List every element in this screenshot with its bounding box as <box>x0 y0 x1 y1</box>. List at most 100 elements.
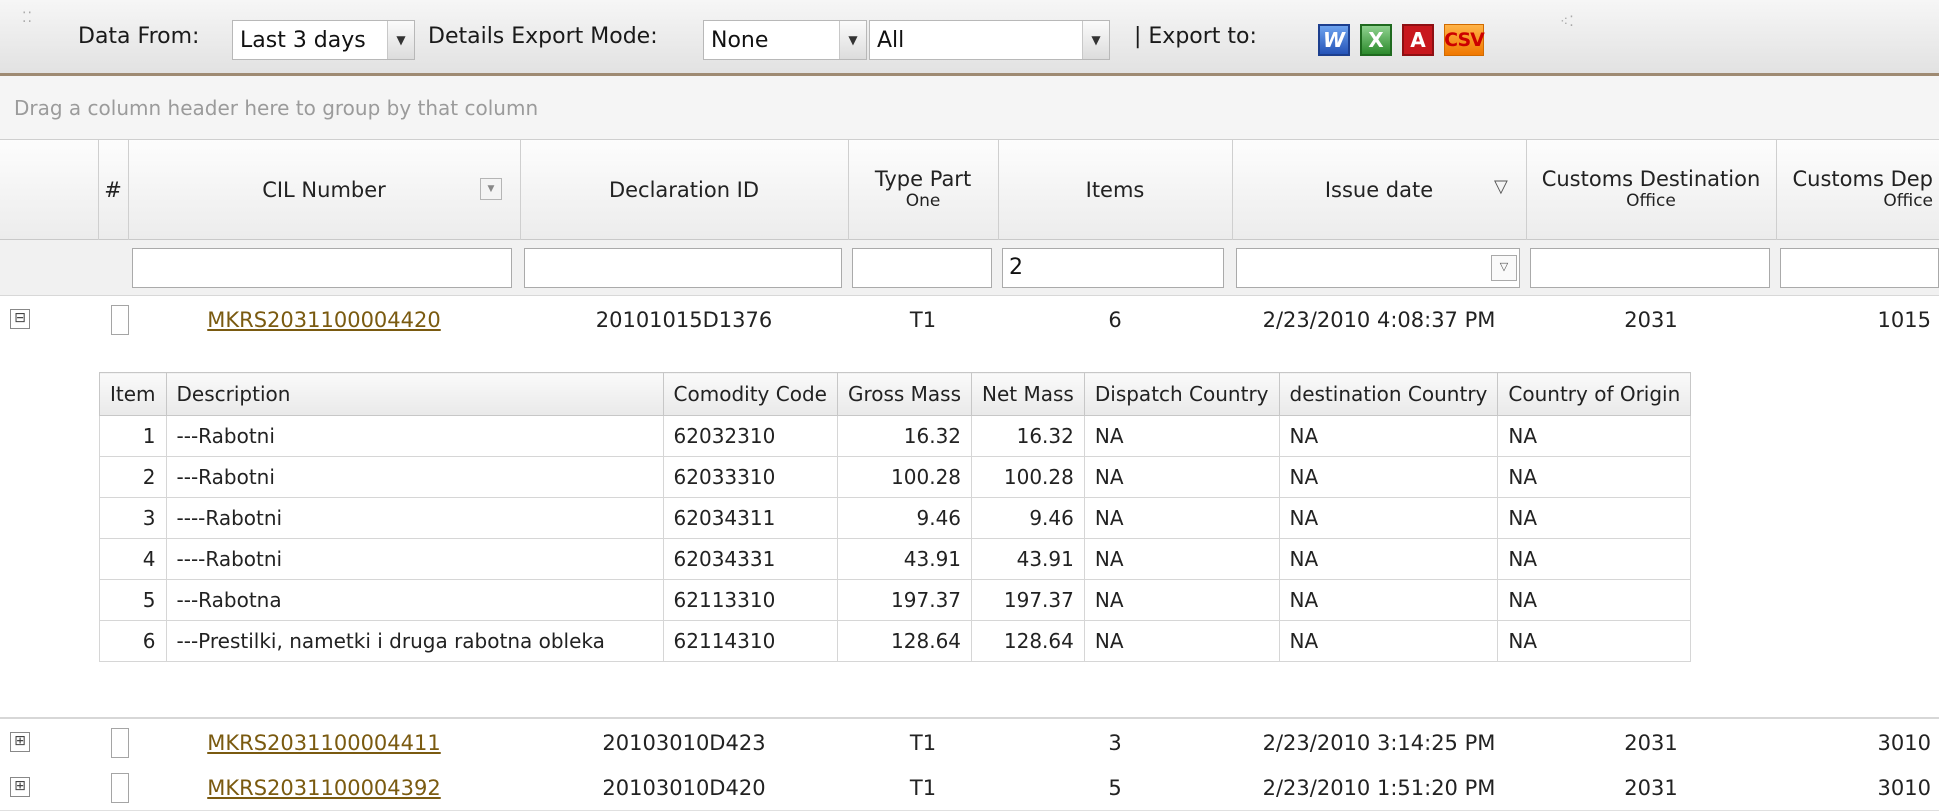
resize-grip-icon[interactable]: ⁖⁚ <box>1560 14 1575 30</box>
collapse-row-icon[interactable]: ⊟ <box>10 309 30 329</box>
grid-toolbar: ⁚⁚ Data From: Last 3 days ▼ Details Expo… <box>0 0 1939 76</box>
header-customs-destination-office[interactable]: Customs Destination Office <box>1526 140 1777 240</box>
detail-header-country-of-origin[interactable]: Country of Origin <box>1497 372 1692 416</box>
export-mode-select[interactable]: None ▼ <box>703 20 867 60</box>
detail-dispatch-country-cell: NA <box>1083 497 1280 539</box>
detail-row[interactable]: 6 ---Prestilki, nametki i druga rabotna o… <box>99 620 1692 662</box>
row-checkbox[interactable] <box>111 728 129 758</box>
detail-gross-mass-cell: 43.91 <box>836 538 973 580</box>
detail-item-cell: 3 <box>99 497 167 539</box>
excel-export-icon[interactable]: X <box>1360 24 1392 56</box>
header-items[interactable]: Items <box>998 140 1233 240</box>
items-cell: 6 <box>1108 308 1122 332</box>
header-cdep-line2: Office <box>1883 191 1933 211</box>
detail-comodity-code-cell: 62113310 <box>662 579 838 621</box>
detail-item-cell: 2 <box>99 456 167 498</box>
expand-row-icon[interactable]: ⊞ <box>10 777 30 797</box>
chevron-down-icon[interactable]: ▼ <box>839 21 866 59</box>
table-row[interactable]: ⊟ MKRS2031100004420 20101015D1376 T1 6 2… <box>0 296 1939 345</box>
group-by-panel[interactable]: Drag a column header here to group by th… <box>0 76 1939 140</box>
customs-destination-filter-input[interactable] <box>1530 248 1770 288</box>
sort-descending-icon[interactable]: ▽ <box>1494 176 1508 198</box>
detail-description-cell: ---Rabotna <box>165 579 664 621</box>
detail-destination-country-cell: NA <box>1278 497 1499 539</box>
header-issue-date-label: Issue date <box>1324 178 1434 202</box>
column-menu-icon[interactable]: ▼ <box>480 178 502 200</box>
detail-description-cell: ---Rabotni <box>165 415 664 457</box>
type-cell: T1 <box>909 308 937 332</box>
items-filter-input[interactable]: 2 <box>1002 248 1224 288</box>
detail-header-comodity-code[interactable]: Comodity Code <box>662 372 838 416</box>
header-cdest-line2: Office <box>1626 191 1676 211</box>
detail-net-mass-cell: 128.64 <box>971 620 1085 662</box>
customs-departure-cell: 1015 <box>1877 308 1931 332</box>
header-type-part-one[interactable]: Type Part One <box>848 140 999 240</box>
scope-select[interactable]: All ▼ <box>869 20 1110 60</box>
header-issue-date[interactable]: Issue date ▽ <box>1232 140 1527 240</box>
detail-header-gross-mass[interactable]: Gross Mass <box>836 372 973 416</box>
customs-destination-cell: 2031 <box>1624 308 1678 332</box>
detail-body: 1 ---Rabotni 62032310 16.32 16.32 NA NA NA 2 ---R… <box>99 415 1692 662</box>
detail-row[interactable]: 5 ---Rabotna 62113310 197.37 197.37 NA NA NA <box>99 579 1692 621</box>
header-declaration-id[interactable]: Declaration ID <box>520 140 849 240</box>
detail-destination-country-cell: NA <box>1278 620 1499 662</box>
detail-item-cell: 6 <box>99 620 167 662</box>
cil-number-link[interactable]: MKRS2031100004392 <box>207 776 441 800</box>
detail-header-item[interactable]: Item <box>99 372 167 416</box>
header-type-line2: One <box>905 191 941 211</box>
declaration-id-cell: 20103010D420 <box>602 776 766 800</box>
type-filter-input[interactable] <box>852 248 992 288</box>
detail-country-of-origin-cell: NA <box>1497 579 1692 621</box>
cil-number-link[interactable]: MKRS2031100004411 <box>207 731 441 755</box>
detail-row[interactable]: 2 ---Rabotni 62033310 100.28 100.28 NA NA NA <box>99 456 1692 498</box>
detail-comodity-code-cell: 62033310 <box>662 456 838 498</box>
detail-header-destination-country[interactable]: destination Country <box>1278 372 1499 416</box>
drag-grip-icon[interactable]: ⁚⁚ <box>22 10 33 26</box>
row-checkbox[interactable] <box>111 773 129 803</box>
detail-panel: Item Description Comodity Code Gross Mas… <box>0 344 1939 718</box>
detail-row[interactable]: 4 ----Rabotni 62034331 43.91 43.91 NA NA NA <box>99 538 1692 580</box>
detail-dispatch-country-cell: NA <box>1083 415 1280 457</box>
customs-departure-filter-input[interactable] <box>1780 248 1939 288</box>
expand-row-icon[interactable]: ⊞ <box>10 732 30 752</box>
declaration-filter-input[interactable] <box>524 248 842 288</box>
cil-number-link[interactable]: MKRS2031100004420 <box>207 308 441 332</box>
header-cil-number-label: CIL Number <box>262 178 386 202</box>
date-picker-chevron-icon[interactable]: ▽ <box>1491 255 1517 281</box>
scope-value: All <box>877 27 905 53</box>
table-row[interactable]: ⊞ MKRS2031100004411 20103010D423 T1 3 2/… <box>0 718 1939 768</box>
detail-header-description[interactable]: Description <box>165 372 664 416</box>
detail-country-of-origin-cell: NA <box>1497 538 1692 580</box>
cil-filter-input[interactable] <box>132 248 512 288</box>
customs-destination-cell: 2031 <box>1624 776 1678 800</box>
chevron-down-icon[interactable]: ▼ <box>387 21 414 59</box>
data-from-select[interactable]: Last 3 days ▼ <box>232 20 415 60</box>
detail-item-cell: 1 <box>99 415 167 457</box>
header-customs-departure-office[interactable]: Customs Dep Office <box>1776 140 1939 240</box>
detail-header-net-mass[interactable]: Net Mass <box>971 372 1085 416</box>
pdf-export-icon[interactable]: A <box>1402 24 1434 56</box>
detail-row[interactable]: 1 ---Rabotni 62032310 16.32 16.32 NA NA NA <box>99 415 1692 457</box>
items-cell: 5 <box>1108 776 1122 800</box>
customs-departure-cell: 3010 <box>1877 776 1931 800</box>
word-export-icon[interactable]: W <box>1318 24 1350 56</box>
header-cdep-line1: Customs Dep <box>1792 167 1934 191</box>
issue-date-cell: 2/23/2010 1:51:20 PM <box>1262 776 1496 800</box>
detail-header-dispatch-country[interactable]: Dispatch Country <box>1083 372 1280 416</box>
detail-comodity-code-cell: 62114310 <box>662 620 838 662</box>
chevron-down-icon[interactable]: ▼ <box>1082 21 1109 59</box>
csv-export-icon[interactable]: CSV <box>1444 24 1485 56</box>
detail-row[interactable]: 3 ----Rabotni 62034311 9.46 9.46 NA NA NA <box>99 497 1692 539</box>
table-row[interactable]: ⊞ MKRS2031100004392 20103010D420 T1 5 2/… <box>0 766 1939 811</box>
type-cell: T1 <box>909 776 937 800</box>
type-cell: T1 <box>909 731 937 755</box>
detail-destination-country-cell: NA <box>1278 415 1499 457</box>
header-type-line1: Type Part <box>874 167 972 191</box>
header-cil-number[interactable]: CIL Number ▼ <box>128 140 521 240</box>
header-row-number[interactable]: # <box>98 140 129 240</box>
row-checkbox[interactable] <box>111 305 129 335</box>
detail-dispatch-country-cell: NA <box>1083 579 1280 621</box>
detail-net-mass-cell: 16.32 <box>971 415 1085 457</box>
issue-date-filter-input[interactable]: ▽ <box>1236 248 1520 288</box>
detail-net-mass-cell: 43.91 <box>971 538 1085 580</box>
